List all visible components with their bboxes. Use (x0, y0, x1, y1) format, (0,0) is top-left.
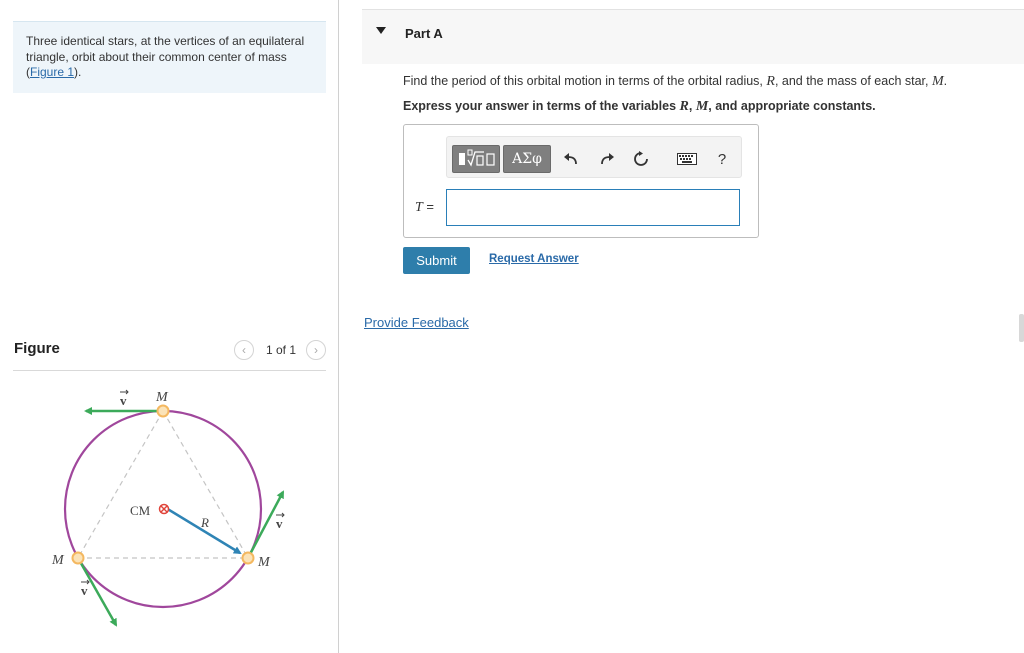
label-velocity-right: v (276, 516, 283, 531)
orbit-figure: M M M CM R v v v (51, 389, 285, 627)
answer-box: ΑΣφ ? T = (403, 124, 759, 238)
figure-title: Figure (14, 340, 60, 357)
triangle-lines (77, 410, 249, 559)
question-mid: , and the mass of each star, (774, 74, 932, 88)
redo-icon[interactable] (595, 147, 619, 171)
instr-sep: , (688, 99, 696, 113)
keyboard-icon[interactable] (675, 147, 699, 171)
math-toolbar: ΑΣφ ? (446, 136, 742, 178)
instr-var-r: R (679, 99, 689, 114)
label-mass-right: M (257, 555, 271, 570)
column-divider (338, 0, 339, 653)
instruction-prefix: Express your answer in terms of the vari… (403, 99, 680, 113)
scrollbar[interactable] (1019, 314, 1024, 342)
next-figure-button[interactable]: › (306, 340, 326, 360)
collapse-caret-icon[interactable] (376, 27, 386, 34)
submit-button[interactable]: Submit (403, 247, 470, 274)
provide-feedback-link[interactable]: Provide Feedback (364, 315, 469, 330)
greek-symbols-button[interactable]: ΑΣφ (503, 145, 551, 173)
figure-link[interactable]: Figure 1 (30, 65, 74, 79)
help-icon[interactable]: ? (710, 147, 734, 171)
instruction-end: , and appropriate constants. (708, 99, 876, 113)
star-left (71, 551, 85, 565)
chevron-left-icon: ‹ (241, 343, 246, 357)
request-answer-link[interactable]: Request Answer (489, 253, 579, 265)
figure-header: Figure ‹ 1 of 1 › (13, 336, 326, 371)
label-mass-left: M (51, 553, 65, 568)
templates-button[interactable] (452, 145, 500, 173)
question-text: Find the period of this orbital motion i… (403, 74, 947, 90)
part-title: Part A (405, 26, 443, 41)
answer-label: T = (415, 199, 434, 216)
answer-eq: = (422, 199, 435, 214)
star-right (241, 551, 255, 565)
label-velocity-left: v (81, 583, 88, 598)
templates-icon (459, 149, 495, 167)
pager-text: 1 of 1 (265, 343, 296, 357)
question-end: . (943, 74, 948, 88)
var-r: R (766, 74, 775, 89)
label-velocity-top: v (120, 393, 127, 408)
var-m: M (931, 74, 944, 89)
star-top (156, 404, 170, 418)
answer-input[interactable] (446, 189, 740, 226)
instruction-text: Express your answer in terms of the vari… (403, 99, 876, 115)
part-a-header[interactable]: Part A (362, 9, 1024, 64)
intro-end: ). (74, 65, 82, 79)
question-prefix: Find the period of this orbital motion i… (403, 74, 767, 88)
label-mass-top: M (155, 390, 169, 405)
reset-icon[interactable] (629, 147, 653, 171)
prev-figure-button[interactable]: ‹ (233, 340, 254, 360)
label-radius: R (200, 515, 209, 530)
figure-pager: ‹ 1 of 1 › (233, 340, 326, 360)
chevron-right-icon: › (314, 343, 318, 357)
label-cm: CM (130, 503, 151, 518)
instr-var-m: M (695, 99, 709, 114)
problem-intro: Three identical stars, at the vertices o… (13, 21, 326, 93)
cm-marker (158, 503, 170, 515)
left-column: Three identical stars, at the vertices o… (0, 0, 338, 653)
answer-var: T (415, 200, 423, 215)
undo-icon[interactable] (559, 147, 583, 171)
